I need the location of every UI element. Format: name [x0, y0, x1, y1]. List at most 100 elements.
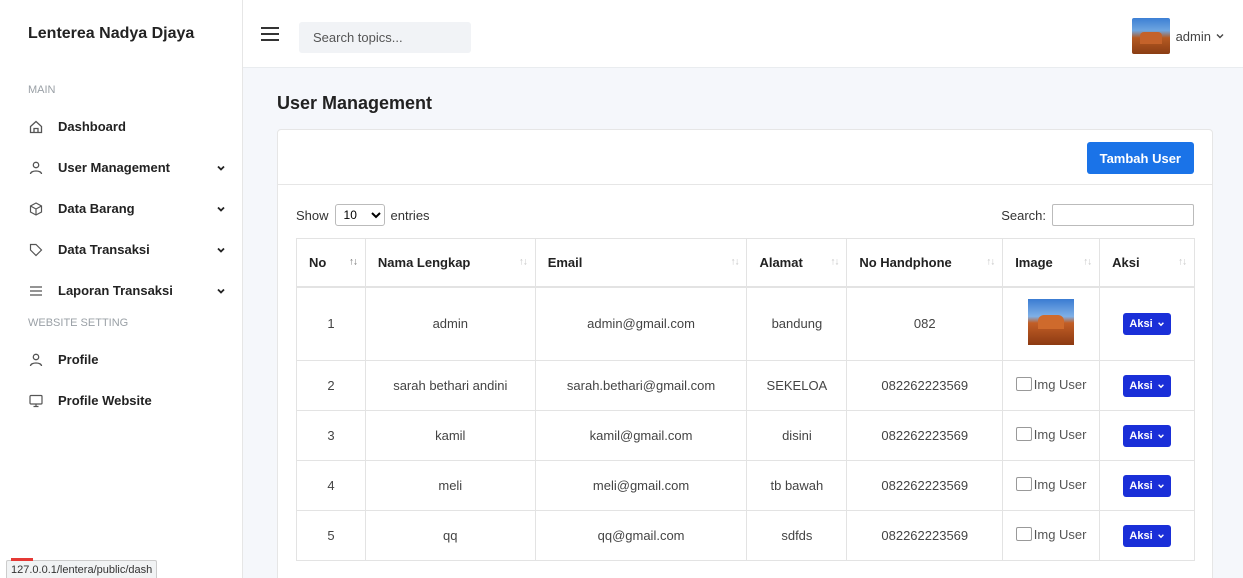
- column-header-label: No Handphone: [859, 254, 952, 270]
- action-dropdown-button[interactable]: Aksi: [1123, 374, 1171, 397]
- column-header-nama[interactable]: Nama Lengkap ↑↓: [364, 238, 536, 288]
- cell-alamat: sdfds: [746, 510, 848, 561]
- column-header-label: Aksi: [1112, 254, 1140, 270]
- home-icon: [28, 119, 44, 135]
- action-label: Aksi: [1129, 429, 1153, 442]
- sidebar: Lenterea Nadya Djaya MAIN Dashboard User…: [0, 0, 243, 578]
- sort-icon: ↑↓: [730, 256, 739, 268]
- cell-image: Img User: [1002, 460, 1101, 511]
- sort-icon: ↑↓: [986, 256, 995, 268]
- table-search-input[interactable]: [1052, 204, 1194, 226]
- cell-alamat: disini: [746, 410, 848, 461]
- column-header-image[interactable]: Image ↑↓: [1002, 238, 1101, 288]
- entries-label: entries: [390, 207, 430, 223]
- column-header-hp[interactable]: No Handphone ↑↓: [846, 238, 1004, 288]
- tag-icon: [28, 242, 44, 258]
- broken-image-icon: [1015, 377, 1032, 392]
- cell-image: [1002, 286, 1101, 361]
- sidebar-item-data-transaksi[interactable]: Data Transaksi: [0, 229, 242, 270]
- action-dropdown-button[interactable]: Aksi: [1123, 424, 1171, 447]
- sidebar-item-label: Profile Website: [58, 393, 152, 408]
- sidebar-item-dashboard[interactable]: Dashboard: [0, 106, 242, 147]
- sidebar-item-profile-website[interactable]: Profile Website: [0, 380, 242, 421]
- cell-alamat: tb bawah: [746, 460, 848, 511]
- broken-image: Img User: [1015, 426, 1087, 442]
- users-table: No ↑↓ Nama Lengkap ↑↓ Email ↑↓ Alamat ↑↓ No …: [296, 238, 1195, 561]
- sidebar-section-website: WEBSITE SETTING: [28, 317, 129, 329]
- monitor-icon: [28, 393, 44, 409]
- avatar: [1131, 18, 1170, 54]
- cell-email: admin@gmail.com: [534, 286, 748, 361]
- image-alt-text: Img User: [1033, 426, 1087, 442]
- sidebar-item-label: Profile: [58, 352, 99, 367]
- page-title: User Management: [277, 93, 433, 113]
- entries-length: Show 10 entries: [296, 204, 430, 226]
- chevron-down-icon: [217, 206, 225, 212]
- cell-nama: meli: [364, 460, 536, 511]
- cell-no: 1: [296, 286, 366, 361]
- hamburger-menu-icon[interactable]: [261, 26, 279, 42]
- cell-nama: sarah bethari andini: [364, 360, 536, 411]
- action-dropdown-button[interactable]: Aksi: [1123, 524, 1171, 547]
- cell-email: meli@gmail.com: [534, 460, 748, 511]
- chevron-down-icon: [217, 165, 225, 171]
- sidebar-item-laporan-transaksi[interactable]: Laporan Transaksi: [0, 270, 242, 311]
- sidebar-item-profile[interactable]: Profile: [0, 339, 242, 380]
- chevron-down-icon: [1157, 533, 1164, 538]
- table-row: 1 admin admin@gmail.com bandung 082 Aksi: [296, 286, 1195, 361]
- column-header-label: Image: [1015, 254, 1053, 270]
- column-header-email[interactable]: Email ↑↓: [534, 238, 748, 288]
- search-input[interactable]: [299, 22, 471, 53]
- cell-image: Img User: [1002, 360, 1101, 411]
- cell-hp: 082262223569: [846, 510, 1004, 561]
- brand-title[interactable]: Lenterea Nadya Djaya: [0, 0, 242, 68]
- sort-icon: ↑↓: [518, 256, 528, 268]
- cell-alamat: SEKELOA: [746, 360, 848, 411]
- chevron-down-icon: [1157, 322, 1164, 326]
- list-icon: [28, 283, 44, 299]
- action-dropdown-button[interactable]: Aksi: [1123, 312, 1171, 335]
- broken-image-icon: [1015, 477, 1032, 492]
- action-label: Aksi: [1129, 529, 1153, 542]
- cell-image: Img User: [1002, 510, 1101, 561]
- cell-aksi: Aksi: [1099, 286, 1195, 361]
- show-label: Show: [296, 207, 329, 223]
- cell-no: 3: [296, 410, 366, 461]
- cell-nama: admin: [364, 286, 536, 361]
- table-search: Search:: [1001, 204, 1194, 226]
- sidebar-item-data-barang[interactable]: Data Barang: [0, 188, 242, 229]
- entries-select[interactable]: 10: [334, 204, 385, 226]
- sidebar-item-user-management[interactable]: User Management: [0, 147, 242, 188]
- broken-image: Img User: [1015, 476, 1087, 492]
- user-image-thumbnail: [1028, 299, 1075, 346]
- cell-no: 5: [296, 510, 366, 561]
- sort-icon: ↑↓: [1083, 256, 1092, 268]
- chevron-down-icon: [1157, 383, 1164, 388]
- column-header-no[interactable]: No ↑↓: [296, 238, 366, 288]
- cell-hp: 082: [846, 286, 1004, 361]
- table-row: 4 meli meli@gmail.com tb bawah 082262223…: [296, 460, 1195, 511]
- user-menu[interactable]: admin: [1131, 18, 1225, 54]
- cell-aksi: Aksi: [1099, 460, 1195, 511]
- topbar: admin: [243, 0, 1243, 68]
- broken-image: Img User: [1015, 377, 1087, 392]
- image-alt-text: Img User: [1033, 476, 1087, 492]
- column-header-aksi[interactable]: Aksi ↑↓: [1099, 238, 1195, 288]
- chevron-down-icon: [1157, 433, 1164, 438]
- column-header-label: Nama Lengkap: [377, 254, 471, 270]
- search-label: Search:: [1001, 207, 1046, 223]
- sidebar-item-label: User Management: [58, 160, 170, 175]
- action-label: Aksi: [1129, 379, 1153, 392]
- table-row: 5 qq qq@gmail.com sdfds 082262223569 Img…: [296, 510, 1195, 561]
- browser-status-url: 127.0.0.1/lentera/public/dash: [6, 558, 158, 578]
- action-label: Aksi: [1129, 479, 1153, 492]
- action-dropdown-button[interactable]: Aksi: [1123, 474, 1171, 497]
- add-user-button[interactable]: Tambah User: [1086, 142, 1194, 174]
- cell-image: Img User: [1002, 410, 1101, 461]
- sidebar-item-label: Laporan Transaksi: [58, 283, 173, 298]
- column-header-label: Email: [547, 254, 583, 270]
- table-row: 2 sarah bethari andini sarah.bethari@gma…: [296, 360, 1195, 411]
- user-icon: [28, 352, 44, 368]
- column-header-alamat[interactable]: Alamat ↑↓: [746, 238, 848, 288]
- sort-icon: ↑↓: [1178, 256, 1187, 268]
